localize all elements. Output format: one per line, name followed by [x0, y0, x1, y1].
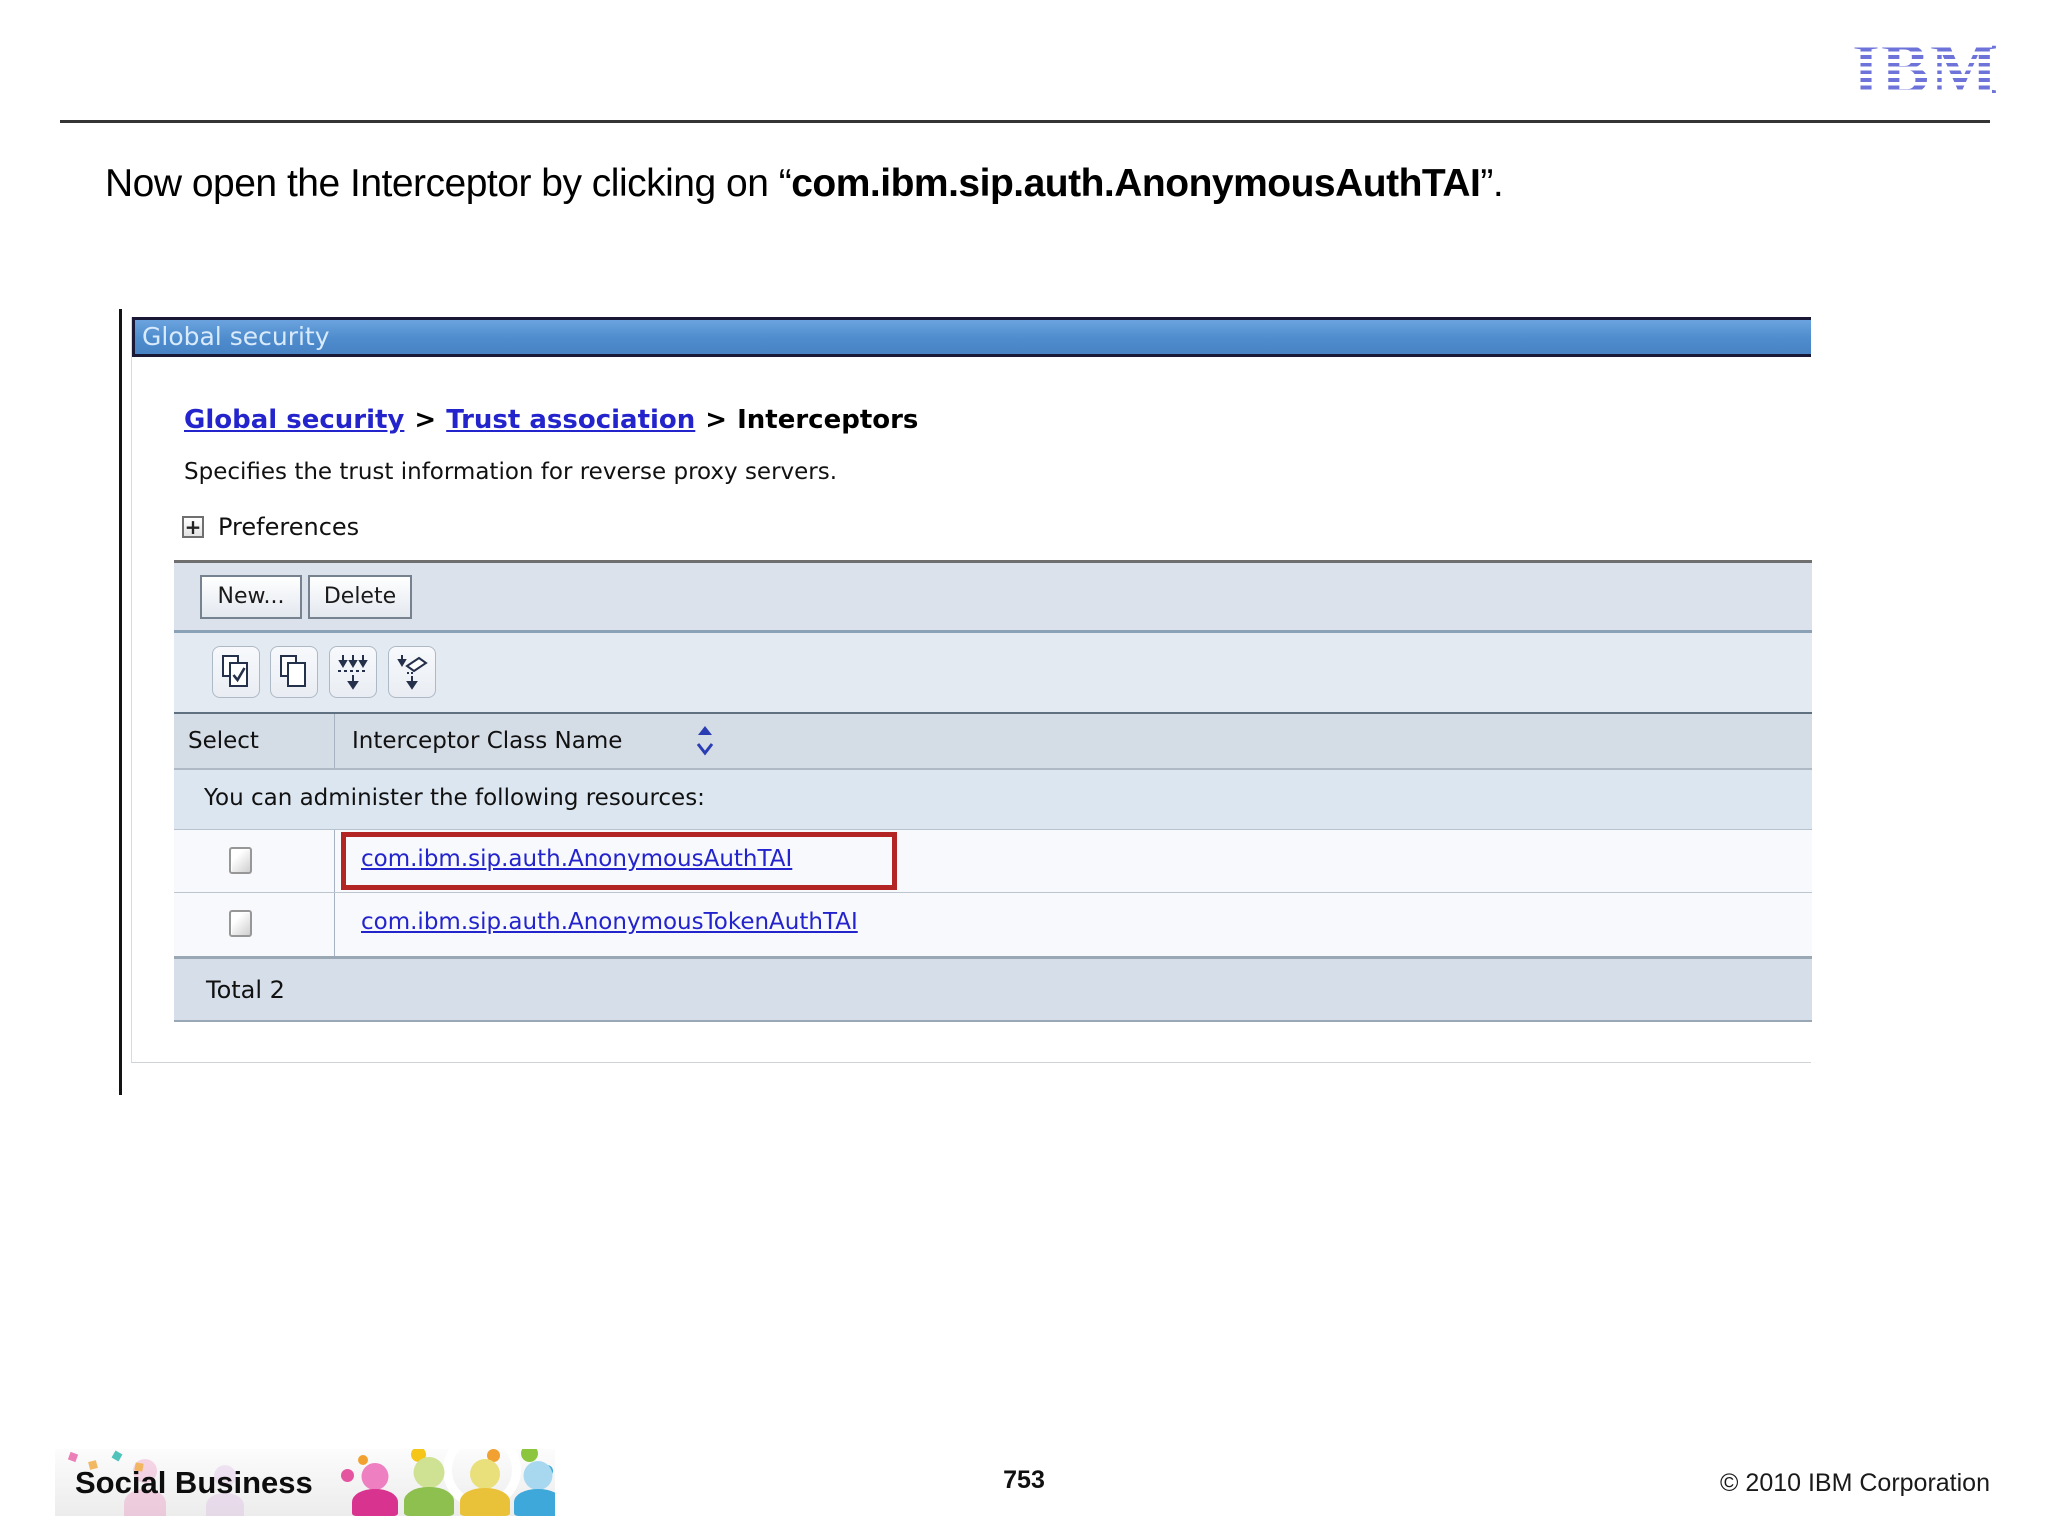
- select-column-header: Select: [188, 728, 259, 754]
- table-row: com.ibm.sip.auth.AnonymousAuthTAI: [174, 830, 1812, 893]
- header-divider: [60, 120, 1990, 123]
- deselect-all-icon: [278, 653, 310, 691]
- clear-filter-button[interactable]: [388, 646, 436, 698]
- green-person-figure: [403, 1457, 455, 1516]
- table-header-row: Select Interceptor Class Name: [174, 714, 1812, 770]
- brand-text: Social Business: [75, 1465, 313, 1500]
- console-titlebar: Global security: [132, 317, 1811, 357]
- person-body: [352, 1489, 398, 1516]
- person-head: [361, 1463, 389, 1490]
- table-row: com.ibm.sip.auth.AnonymousTokenAuthTAI: [174, 893, 1812, 959]
- table-action-bar: New... Delete: [174, 563, 1812, 630]
- breadcrumb-separator: >: [705, 405, 728, 435]
- page-description: Specifies the trust information for reve…: [184, 459, 838, 485]
- slide-title-prefix: Now open the Interceptor by clicking on …: [105, 162, 792, 205]
- pink-person-figure: [351, 1463, 399, 1516]
- social-business-banner: Social Business: [55, 1449, 555, 1516]
- copyright-text: © 2010 IBM Corporation: [1720, 1469, 1990, 1497]
- person-body: [460, 1488, 510, 1516]
- slide-title: Now open the Interceptor by clicking on …: [105, 158, 1905, 210]
- table-caption: You can administer the following resourc…: [174, 770, 1812, 830]
- table-total-row: Total 2: [174, 959, 1812, 1022]
- person-head: [523, 1461, 553, 1490]
- slide-title-suffix: ”.: [1480, 162, 1504, 205]
- breadcrumb-current-interceptors: Interceptors: [737, 405, 919, 435]
- row-checkbox[interactable]: [229, 910, 252, 937]
- show-filter-button[interactable]: [329, 646, 377, 698]
- preferences-label: Preferences: [218, 513, 360, 541]
- interceptors-table: New... Delete Select Interceptor Class N…: [174, 560, 1812, 1022]
- select-all-icon: [220, 653, 252, 691]
- console-title: Global security: [142, 322, 330, 351]
- breadcrumb-link-global-security[interactable]: Global security: [184, 405, 404, 435]
- ibm-logo: IBM: [1852, 33, 1998, 105]
- admin-console-panel: Global security Global security > Trust as…: [131, 317, 1812, 1063]
- row-checkbox[interactable]: [229, 847, 252, 874]
- ibm-logo-text: IBM: [1852, 29, 1999, 109]
- interceptor-link-anonymoustokenauthtai[interactable]: com.ibm.sip.auth.AnonymousTokenAuthTAI: [361, 909, 858, 935]
- select-all-items-button[interactable]: [212, 646, 260, 698]
- class-name-column-header: Interceptor Class Name: [352, 728, 623, 754]
- person-head: [413, 1457, 445, 1488]
- slide-title-classname: com.ibm.sip.auth.AnonymousAuthTAI: [791, 162, 1481, 205]
- interceptor-link-anonymousauthtai[interactable]: com.ibm.sip.auth.AnonymousAuthTAI: [361, 846, 792, 872]
- yellow-person-figure: [459, 1459, 511, 1516]
- delete-button[interactable]: Delete: [308, 575, 412, 619]
- sort-icon[interactable]: [695, 722, 715, 764]
- expand-plus-icon[interactable]: +: [182, 516, 204, 538]
- show-filter-icon: [336, 653, 370, 691]
- new-button[interactable]: New...: [200, 575, 302, 619]
- deselect-all-items-button[interactable]: [270, 646, 318, 698]
- breadcrumb-separator: >: [414, 405, 437, 435]
- breadcrumb: Global security > Trust association > Interc…: [184, 405, 918, 435]
- blue-person-figure: [513, 1461, 555, 1516]
- preferences-toggle[interactable]: + Preferences: [182, 513, 359, 541]
- breadcrumb-link-trust-association[interactable]: Trust association: [446, 405, 695, 435]
- person-body: [514, 1489, 555, 1516]
- person-body: [404, 1487, 454, 1516]
- person-head: [470, 1459, 500, 1489]
- slide-accent-bar: [119, 309, 122, 1095]
- page-number: 753: [1003, 1466, 1045, 1494]
- table-toolbar: [174, 633, 1812, 712]
- clear-filter-icon: [395, 653, 429, 691]
